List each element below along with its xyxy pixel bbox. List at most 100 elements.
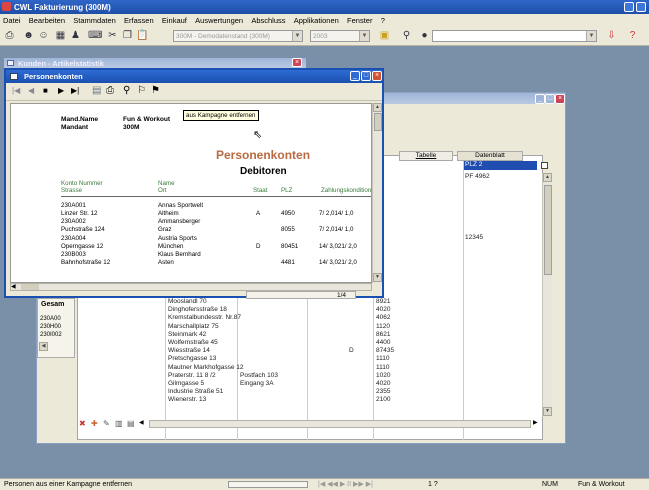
menu-stammdaten[interactable]: Stammdaten (73, 16, 116, 25)
table-win-close[interactable]: × (555, 94, 565, 104)
search-combo[interactable]: ▼ (432, 30, 597, 42)
help-icon[interactable]: ? (626, 29, 639, 42)
report-close-button[interactable]: × (372, 71, 382, 81)
mandant-label: Mandant (61, 124, 89, 131)
scroll-up-icon[interactable]: ▲ (373, 103, 382, 112)
next-page-icon[interactable]: ▶ (58, 86, 64, 95)
row-street: Marschallplatz 75 (168, 322, 219, 330)
book-icon[interactable]: ▤ (92, 85, 101, 96)
col-checkbox[interactable] (541, 162, 548, 169)
tab-datenblatt[interactable]: Datenblatt (457, 151, 523, 161)
hscrollbar[interactable] (149, 420, 531, 428)
row-plz: 4062 (376, 314, 391, 322)
menu-fenster[interactable]: Fenster (347, 16, 372, 25)
menu-help[interactable]: ? (381, 16, 385, 25)
first-page-icon[interactable]: |◀ (12, 86, 20, 95)
pin-icon[interactable]: ⚐ (137, 85, 146, 96)
row-d: D (349, 347, 354, 355)
people-icon[interactable]: ♟ (69, 29, 82, 42)
edit-icon[interactable]: ✎ (103, 419, 110, 428)
chevron-down-icon[interactable]: ▼ (359, 31, 369, 41)
menu-einkauf[interactable]: Einkauf (162, 16, 187, 25)
grid-line (463, 161, 464, 440)
entry-ort: Graz (158, 226, 172, 234)
report-vscrollbar[interactable]: ▲ ▼ (372, 103, 382, 283)
scroll-left-icon[interactable]: ◀ (39, 342, 48, 351)
entry-zk: 7/ 2,014/ 1,0 (319, 209, 354, 217)
mandant-combo[interactable]: 300M - Demodatenstand (300M) ▼ (173, 30, 303, 42)
row-plz: 4020 (376, 306, 391, 314)
scroll-down-icon[interactable]: ▼ (373, 273, 382, 282)
search-icon[interactable]: ⚲ (400, 29, 413, 42)
keyboard-icon[interactable]: ⌨ (88, 29, 102, 42)
scroll-thumb[interactable] (21, 284, 39, 290)
menu-applikationen[interactable]: Applikationen (294, 16, 339, 25)
row-plz: 1120 (376, 322, 390, 330)
report-subheading: Debitoren (240, 166, 287, 177)
cursor-icon: ⇖ (253, 129, 263, 141)
col-header-plz2[interactable]: PLZ 2 (463, 161, 537, 170)
row-street: Wienerstr. 13 (168, 396, 207, 404)
menu-datei[interactable]: Datei (3, 16, 21, 25)
menu-erfassen[interactable]: Erfassen (124, 16, 154, 25)
tab-tabelle[interactable]: Tabelle (399, 151, 453, 161)
paste-icon[interactable]: 📋 (136, 29, 149, 42)
print-icon[interactable]: ⎙ (106, 85, 114, 96)
status-progress (228, 481, 308, 488)
row-plz: 87435 (376, 347, 395, 355)
download-icon[interactable]: ⇩ (605, 29, 618, 42)
status-nav[interactable]: |◀ ◀◀ ▶ II ▶▶ ▶| (318, 480, 373, 488)
folder-icon[interactable]: ▣ (378, 29, 391, 42)
grid-cell: 12345 (465, 234, 484, 241)
menu-auswertungen[interactable]: Auswertungen (195, 16, 243, 25)
print-icon[interactable]: ⎙ (3, 29, 16, 42)
entry-zk: 7/ 2,014/ 1,0 (319, 226, 354, 234)
app-close-button[interactable] (636, 2, 646, 12)
copy-icon[interactable]: ❐ (121, 29, 134, 42)
app-restore-button[interactable] (624, 2, 634, 12)
filter-icon[interactable]: ▥ (115, 419, 123, 428)
scroll-thumb[interactable] (544, 185, 552, 275)
window-icon (7, 60, 14, 66)
menu-abschluss[interactable]: Abschluss (251, 16, 285, 25)
scroll-left-icon[interactable]: ◀ (139, 419, 144, 426)
kunden-close-button[interactable]: × (292, 58, 302, 67)
stop-icon[interactable]: ■ (43, 86, 48, 95)
delete-icon[interactable]: ✖ (79, 419, 86, 428)
table-win-min[interactable]: _ (535, 94, 545, 104)
grid-vscrollbar[interactable]: ▲ ▼ (542, 173, 552, 417)
person-add-icon[interactable]: ☻ (22, 29, 35, 42)
scroll-left-icon[interactable]: ◀ (11, 283, 16, 290)
calc-icon[interactable]: ▦ (54, 29, 67, 42)
report-title: Personenkonten (24, 72, 83, 81)
globe-icon[interactable]: ● (418, 29, 431, 42)
chevron-down-icon[interactable]: ▼ (586, 31, 596, 41)
chevron-down-icon[interactable]: ▼ (292, 31, 302, 41)
scroll-thumb[interactable] (374, 113, 382, 131)
report-max-button[interactable]: □ (361, 71, 371, 81)
scroll-right-icon[interactable]: ▶ (533, 419, 538, 426)
report-hscrollbar[interactable]: ◀ (10, 283, 372, 291)
entry-plz: 4950 (281, 209, 295, 217)
table-win-max[interactable]: □ (545, 94, 555, 104)
export-icon[interactable]: ▤ (127, 419, 135, 428)
magnifier-icon[interactable]: ⚲ (123, 85, 130, 96)
grid-bottom-toolbar: ✖ ✚ ✎ ▥ ▤ ◀ ▶ (79, 419, 541, 429)
window-icon (10, 73, 18, 80)
group-icon[interactable]: ☺ (37, 29, 50, 42)
add-icon[interactable]: ✚ (91, 419, 98, 428)
pin2-icon[interactable]: ⚑ (151, 85, 160, 96)
cut-icon[interactable]: ✂ (106, 29, 119, 42)
row-street: Industrie Straße 51 (168, 388, 224, 396)
menubar: Datei Bearbeiten Stammdaten Erfassen Ein… (0, 14, 649, 26)
menu-bearbeiten[interactable]: Bearbeiten (29, 16, 65, 25)
col-staat: Staat (253, 187, 268, 194)
scroll-up-icon[interactable]: ▲ (543, 173, 552, 182)
scroll-down-icon[interactable]: ▼ (543, 407, 552, 416)
year-combo[interactable]: 2003 ▼ (310, 30, 370, 42)
entry-plz: 80451 (281, 242, 299, 250)
prev-page-icon[interactable]: ◀ (28, 86, 34, 95)
last-page-icon[interactable]: ▶| (71, 86, 79, 95)
entry-konto: 230A002 (61, 218, 86, 226)
report-min-button[interactable]: _ (350, 71, 360, 81)
